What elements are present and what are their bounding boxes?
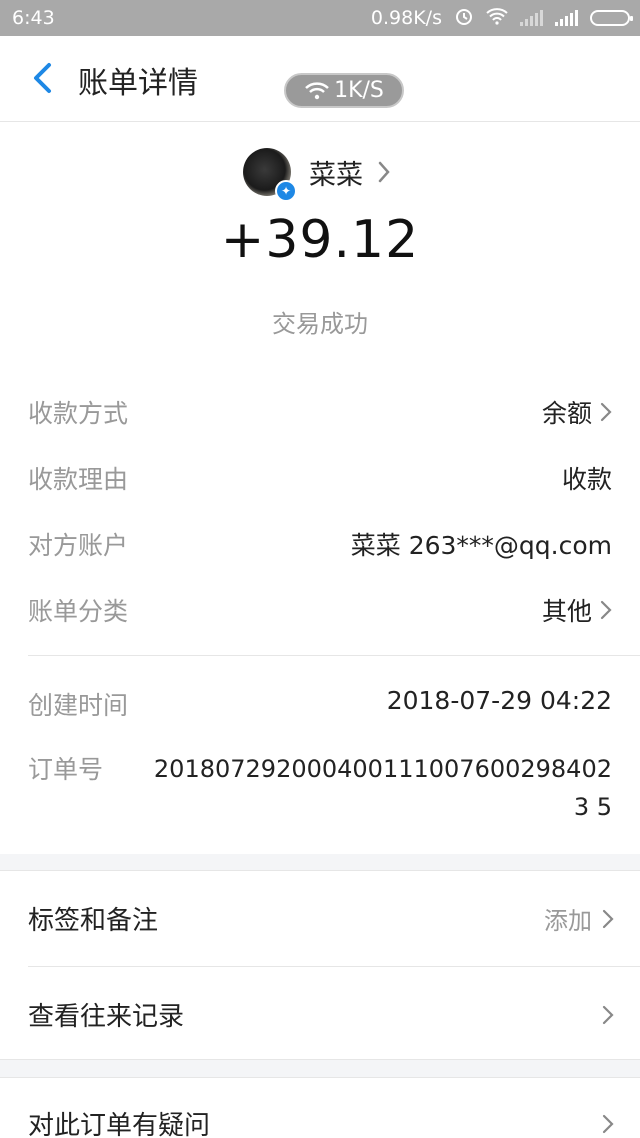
question-list: 对此订单有疑问 (0, 1077, 640, 1138)
wifi-icon (486, 7, 508, 30)
add-link: 添加 (544, 907, 592, 935)
speed-value: 1K/S (334, 78, 384, 103)
alarm-icon (454, 6, 474, 31)
list-item-label: 标签和备注 (28, 906, 159, 936)
transaction-status: 交易成功 (272, 310, 368, 338)
detail-label: 收款理由 (28, 465, 129, 494)
detail-row-created-time: 创建时间 2018-07-29 04:22 (28, 686, 612, 722)
detail-row-reason: 收款理由 收款 (28, 460, 612, 496)
detail-value: 菜菜 263***@qq.com (350, 531, 612, 560)
order-question-item[interactable]: 对此订单有疑问 (28, 1078, 640, 1138)
detail-value: 其他 (541, 597, 592, 626)
page-title: 账单详情 (78, 66, 198, 101)
chevron-right-icon (600, 401, 612, 423)
chevron-right-icon (602, 1113, 614, 1135)
chevron-right-icon (602, 908, 614, 930)
detail-row-counterparty: 对方账户 菜菜 263***@qq.com (28, 526, 612, 562)
detail-label: 创建时间 (28, 691, 129, 720)
signal-icon-sim1 (520, 10, 543, 26)
avatar: ✦ (243, 148, 297, 202)
chevron-right-icon (377, 160, 391, 184)
detail-value: 收款 (561, 465, 612, 494)
history-records-item[interactable]: 查看往来记录 (28, 967, 640, 1062)
speed-indicator: 1K/S (284, 73, 404, 108)
net-speed: 0.98K/s (370, 7, 442, 29)
status-time: 6:43 (12, 7, 55, 29)
detail-row-payment-method[interactable]: 收款方式 余额 (28, 394, 612, 430)
bill-detail-card: ✦ 菜菜 +39.12 交易成功 收款方式 余额 收款理由 收款 对方账户 菜菜… (0, 122, 640, 854)
tags-notes-item[interactable]: 标签和备注 添加 (28, 871, 640, 966)
action-list: 标签和备注 添加 查看往来记录 (0, 870, 640, 1060)
signal-icon-sim2 (555, 10, 578, 26)
detail-value: 2018-07-29 04:22 (386, 686, 612, 715)
detail-value: 余额 (541, 399, 592, 428)
back-button[interactable] (24, 60, 60, 96)
chevron-left-icon (34, 63, 51, 93)
detail-label: 账单分类 (28, 597, 129, 626)
payee-name: 菜菜 (309, 159, 363, 191)
detail-label: 收款方式 (28, 399, 129, 428)
order-number-value: 2018072920004001110076002984023 5 (153, 755, 612, 821)
chevron-right-icon (602, 1004, 614, 1026)
verified-badge-icon: ✦ (275, 180, 297, 202)
list-item-label: 查看往来记录 (28, 1002, 185, 1032)
battery-icon (590, 10, 633, 26)
list-item-label: 对此订单有疑问 (28, 1111, 211, 1138)
status-bar: 6:43 0.98K/s (0, 0, 640, 36)
detail-row-category[interactable]: 账单分类 其他 (28, 592, 612, 628)
payee-link[interactable]: ✦ 菜菜 (243, 148, 391, 202)
detail-label: 对方账户 (28, 531, 129, 560)
section-divider (28, 655, 640, 656)
detail-label: 订单号 (28, 755, 104, 784)
app-header: 账单详情 1K/S (0, 36, 640, 122)
detail-row-order-number: 订单号 2018072920004001110076002984023 5 (28, 750, 612, 826)
wifi-icon (305, 81, 329, 99)
transaction-amount: +39.12 (220, 210, 420, 270)
chevron-right-icon (600, 599, 612, 621)
